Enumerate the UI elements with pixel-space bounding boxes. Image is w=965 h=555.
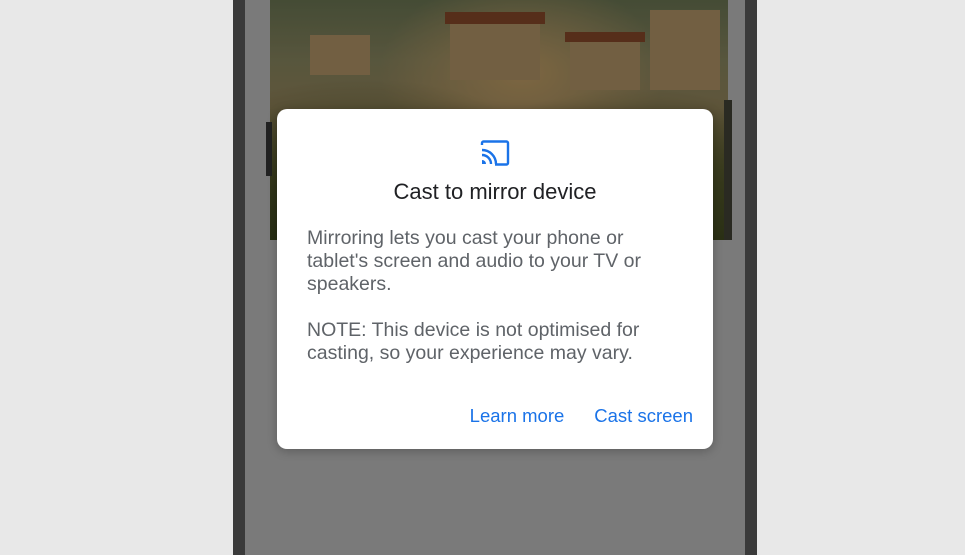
painting-building [310,35,370,75]
cast-dialog: Cast to mirror device Mirroring lets you… [277,109,713,449]
painting-roof [445,12,545,24]
dialog-note: NOTE: This device is not optimised for c… [307,319,640,364]
dialog-body: Mirroring lets you cast your phone or ta… [307,227,641,295]
cast-icon [480,140,510,166]
painting-edge [724,100,732,240]
painting-edge [266,122,272,176]
dialog-actions: Learn more Cast screen [470,405,693,427]
painting-building [450,20,540,80]
painting-building [570,40,640,90]
stage: Cast to mirror device Mirroring lets you… [0,0,965,555]
dialog-title: Cast to mirror device [393,179,597,204]
painting-building [650,10,720,90]
cast-screen-button[interactable]: Cast screen [594,405,693,427]
learn-more-button[interactable]: Learn more [470,405,565,427]
painting-roof [565,32,645,42]
